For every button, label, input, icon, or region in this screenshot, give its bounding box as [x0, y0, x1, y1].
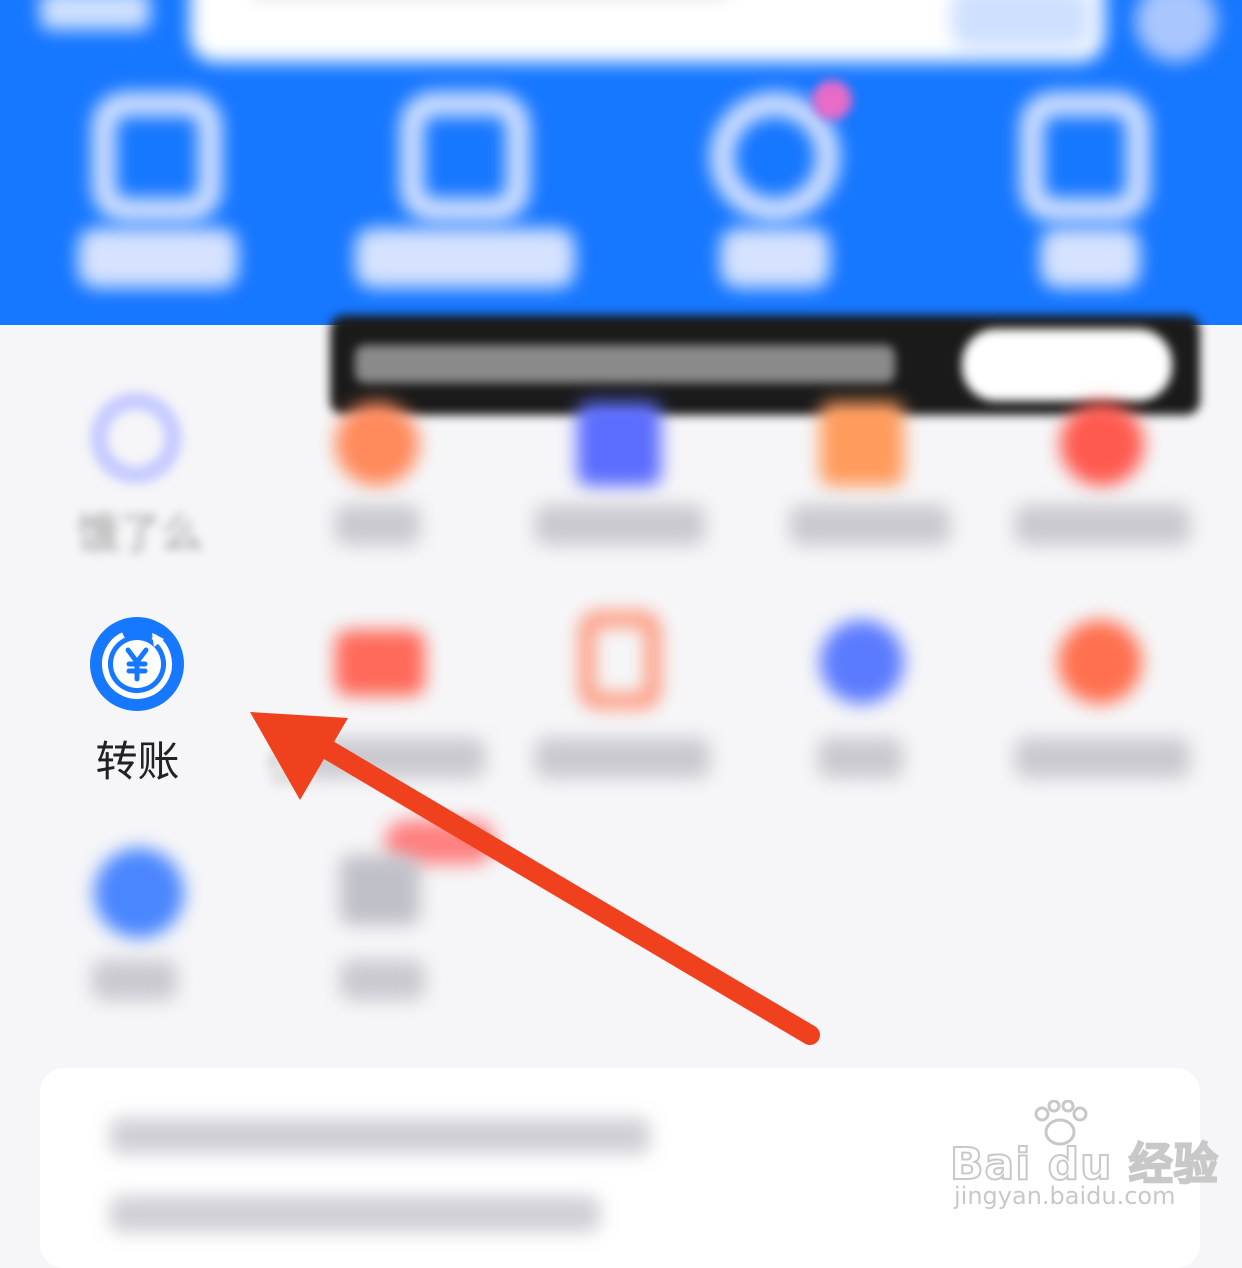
watermark-url: jingyan.baidu.com	[954, 1182, 1176, 1210]
baidu-jingyan-watermark: Bai du 经验 jingyan.baidu.com	[949, 1100, 1219, 1220]
annotation-arrow	[250, 712, 820, 1045]
